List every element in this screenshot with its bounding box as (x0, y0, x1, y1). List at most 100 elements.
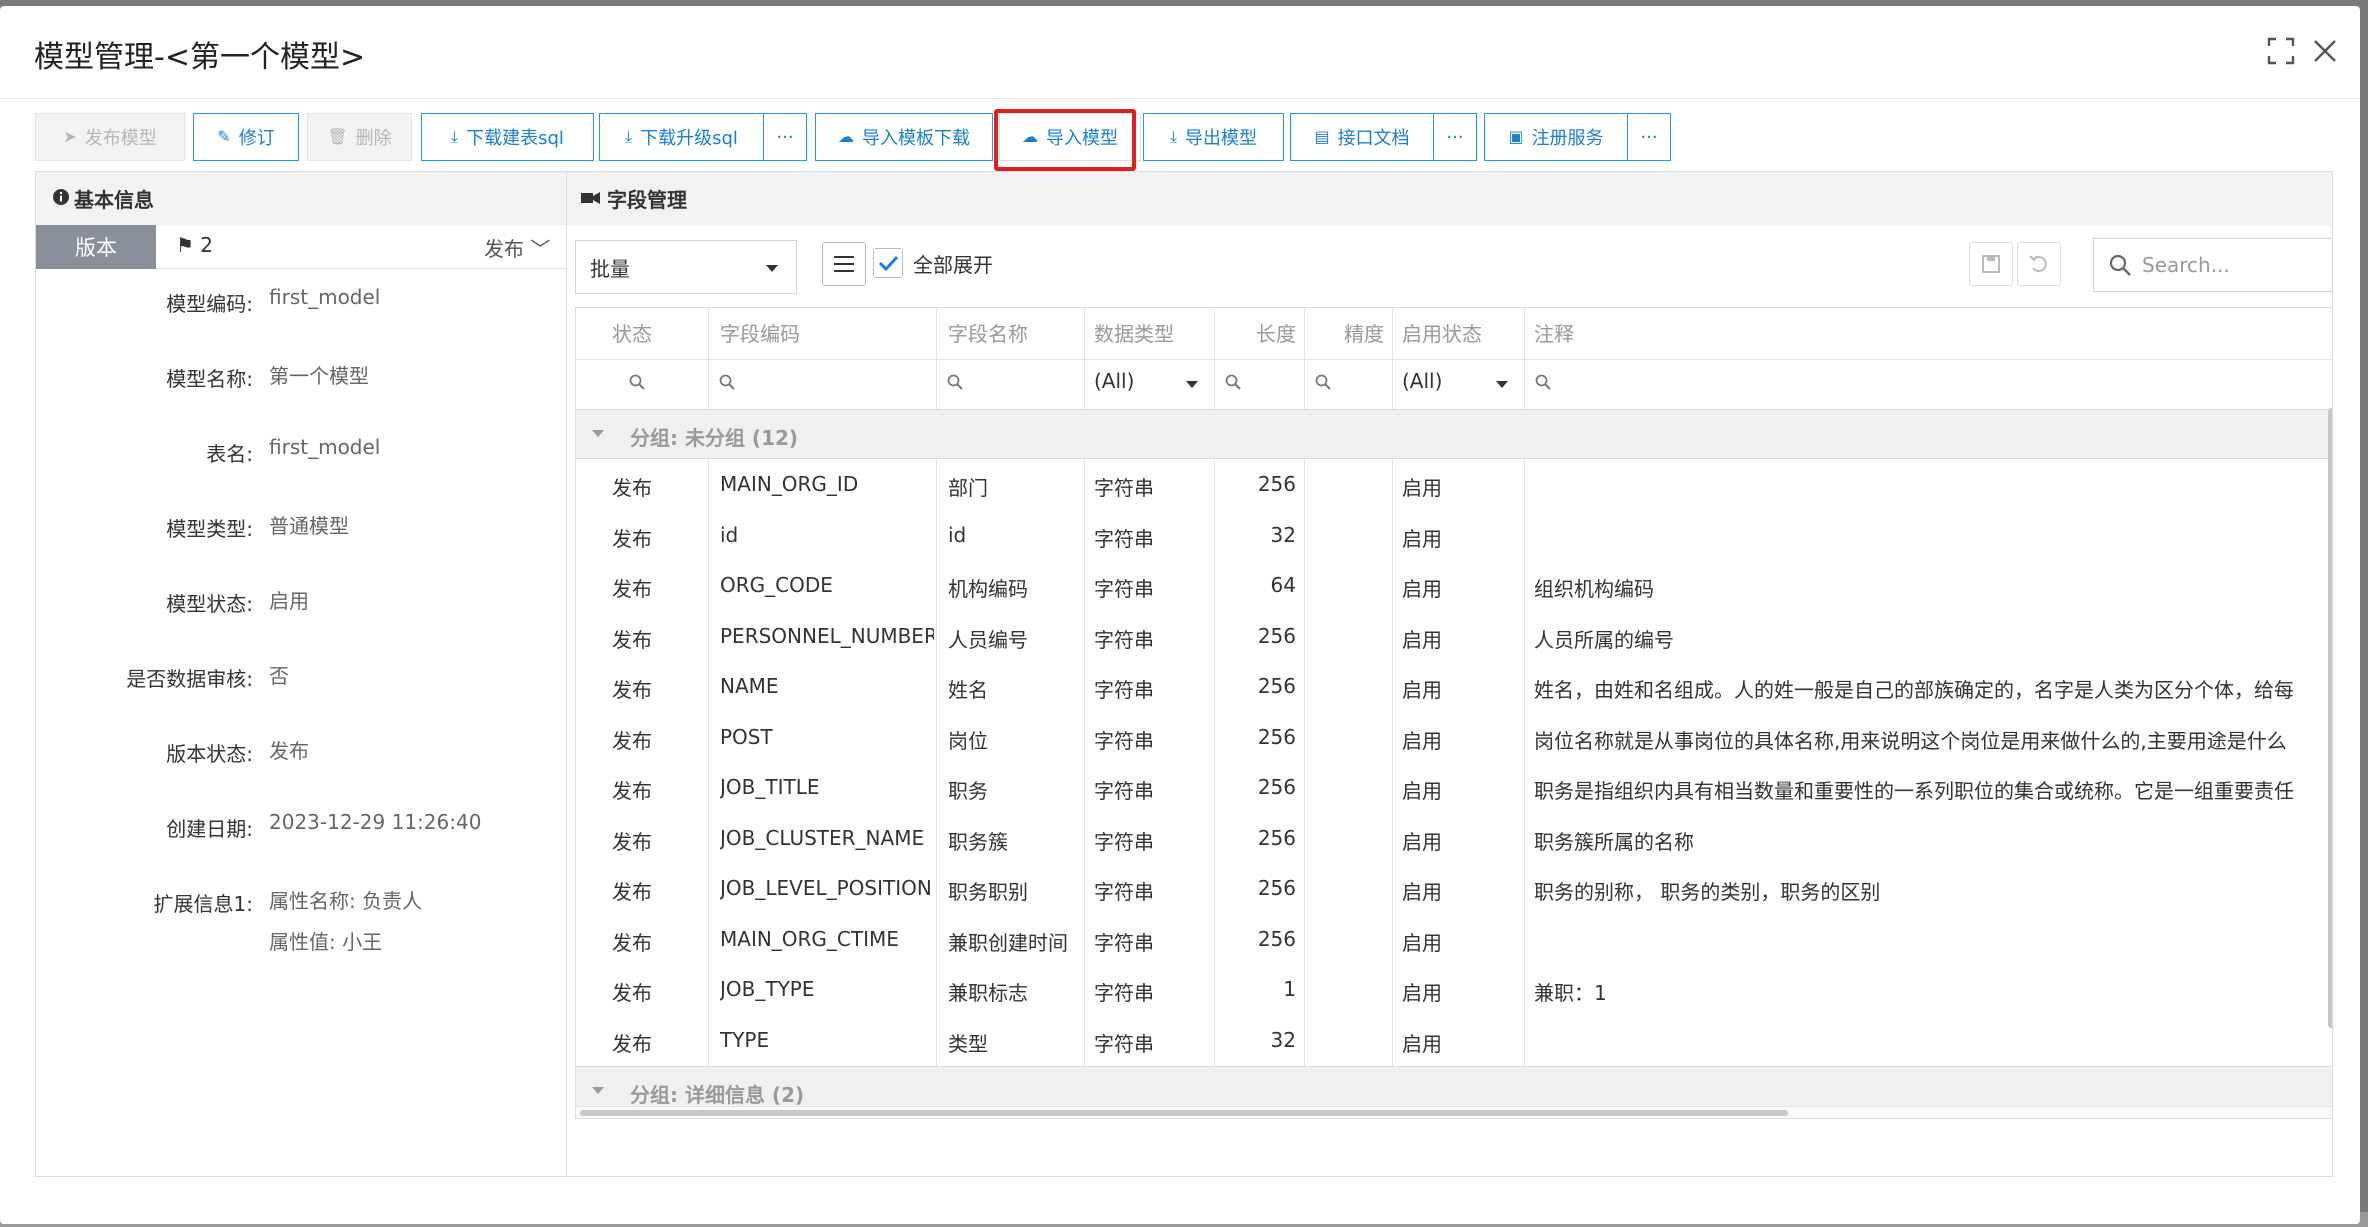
table-cell: 发布 (612, 678, 652, 702)
filter-search-icon[interactable] (946, 372, 964, 396)
caret-down-icon (592, 430, 604, 437)
table-cell: 256 (1257, 472, 1296, 496)
column-divider (1214, 460, 1215, 1066)
fullscreen-icon[interactable] (2266, 36, 2300, 70)
info-label: 模型名称: (166, 367, 253, 391)
column-divider (1392, 460, 1393, 1066)
register-service-button[interactable]: ▣ 注册服务 (1484, 113, 1628, 161)
info-value: 发布 (269, 739, 309, 763)
table-cell: 256 (1257, 926, 1296, 951)
filter-search-icon[interactable] (628, 372, 646, 396)
column-divider (1084, 308, 1085, 409)
table-cell: 职务职别 (948, 880, 1028, 904)
table-cell: 1 (1283, 977, 1296, 1001)
table-cell: 启用 (1402, 526, 1442, 551)
column-header[interactable]: 字段名称 (948, 318, 1084, 347)
column-divider (1392, 308, 1393, 409)
download-upgrade-sql-button[interactable]: ⤓ 下载升级sql (599, 113, 764, 161)
horizontal-scrollbar[interactable] (580, 1110, 1788, 1116)
column-header[interactable]: 状态 (612, 318, 708, 347)
table-cell: 职务的别称， 职务的类别，职务的区别 (1534, 880, 1881, 904)
table-cell: PERSONNEL_NUMBER (720, 623, 934, 648)
info-label: 是否数据审核: (126, 667, 253, 691)
table-cell: 兼职：1 (1534, 981, 1607, 1005)
table-cell: 256 (1257, 674, 1296, 698)
edit-button[interactable]: ✎ 修订 (193, 113, 299, 161)
table-cell: 兼职创建时间 (948, 930, 1068, 955)
batch-select[interactable]: 批量 (575, 240, 797, 294)
export-model-button[interactable]: ⤓ 导出模型 (1143, 113, 1284, 161)
field-management-panel: 字段管理 批量 全部展开 Search... 状态 字段编码 字段名称 数据类型 长度精… (566, 171, 2333, 1177)
filter-select[interactable]: (All) (1094, 369, 1134, 393)
table-cell: 32 (1270, 522, 1296, 547)
expand-all-label: 全部展开 (913, 253, 993, 277)
save-icon[interactable] (1969, 242, 2013, 286)
table-cell: 姓名 (948, 678, 988, 702)
info-label: 扩展信息1: (153, 892, 253, 916)
table-cell: JOB_TITLE (720, 775, 820, 799)
table-cell: 字符串 (1094, 577, 1154, 601)
filter-search-icon[interactable] (1534, 372, 1552, 396)
table-cell: 职务 (948, 779, 988, 803)
table-cell: 启用 (1402, 1031, 1442, 1056)
more-button[interactable]: ··· (763, 113, 807, 161)
download-create-sql-label: 下载建表sql (466, 128, 564, 149)
api-doc-button[interactable]: ▤ 接口文档 (1290, 113, 1434, 161)
field-management-title: 字段管理 (607, 188, 687, 212)
column-divider (936, 308, 937, 409)
more-label: ··· (1640, 126, 1658, 148)
table-cell: 部门 (948, 476, 988, 500)
filter-select[interactable]: (All) (1402, 369, 1442, 393)
table-cell: 发布 (612, 829, 652, 854)
basic-info-title: 基本信息 (74, 188, 154, 212)
table-cell: 启用 (1402, 627, 1442, 652)
filter-search-icon[interactable] (718, 372, 736, 396)
info-label: 模型状态: (166, 592, 253, 616)
version-status-dropdown[interactable]: 发布 ﹀ (484, 233, 550, 262)
group-row[interactable]: 分组: 未分组 (12) (576, 409, 2332, 459)
table-cell: MAIN_ORG_CTIME (720, 926, 899, 951)
group-label: 分组: 详细信息 (2) (630, 1083, 805, 1107)
close-icon[interactable] (2310, 36, 2344, 70)
filter-search-icon[interactable] (1224, 372, 1242, 396)
table-cell: 兼职标志 (948, 981, 1028, 1005)
column-header[interactable]: 精度 (1304, 318, 1384, 347)
column-header[interactable]: 长度 (1214, 318, 1296, 347)
table-cell: 字符串 (1094, 880, 1154, 904)
version-status-value: 发布 (484, 237, 524, 261)
table-cell: 类型 (948, 1031, 988, 1056)
undo-icon[interactable] (2017, 242, 2061, 286)
column-header[interactable]: 数据类型 (1094, 318, 1214, 347)
table-cell: 发布 (612, 526, 652, 551)
column-header[interactable]: 注释 (1534, 318, 2332, 347)
table-cell: 启用 (1402, 678, 1442, 702)
vertical-scrollbar[interactable] (2328, 408, 2332, 1028)
import-template-download-label: 导入模板下载 (862, 128, 970, 149)
search-input[interactable]: Search... (2093, 238, 2333, 292)
import-model-button[interactable]: ☁ 导入模型 (999, 113, 1141, 161)
table-cell: 64 (1270, 573, 1296, 597)
more-label: ··· (776, 126, 794, 148)
version-tab[interactable]: 版本 (36, 225, 156, 269)
table-cell: 字符串 (1094, 627, 1154, 652)
table-cell: 发布 (612, 1031, 652, 1056)
caret-down-icon (766, 265, 778, 272)
table-cell: 发布 (612, 880, 652, 904)
publish-model-button[interactable]: ➤ 发布模型 (35, 113, 185, 161)
table-cell: 256 (1257, 724, 1296, 749)
filter-search-icon[interactable] (1314, 372, 1332, 396)
table-cell: 发布 (612, 930, 652, 955)
import-template-download-button[interactable]: ☁ 导入模板下载 (815, 113, 993, 161)
info-label: 表名: (206, 442, 253, 466)
table-cell: ORG_CODE (720, 573, 833, 597)
delete-button[interactable]: 🗑 删除 (307, 113, 412, 161)
menu-icon[interactable] (822, 242, 866, 286)
download-create-sql-button[interactable]: ⤓ 下载建表sql (421, 113, 594, 161)
more-button-3[interactable]: ··· (1627, 113, 1671, 161)
column-header[interactable]: 字段编码 (720, 318, 936, 347)
column-header[interactable]: 启用状态 (1402, 318, 1524, 347)
register-service-label: 注册服务 (1531, 128, 1604, 149)
more-button-2[interactable]: ··· (1433, 113, 1477, 161)
table-cell: 职务是指组织内具有相当数量和重要性的一系列职位的集合或统称。它是一组重要责任 (1534, 779, 2294, 803)
expand-all-checkbox[interactable] (873, 248, 903, 278)
